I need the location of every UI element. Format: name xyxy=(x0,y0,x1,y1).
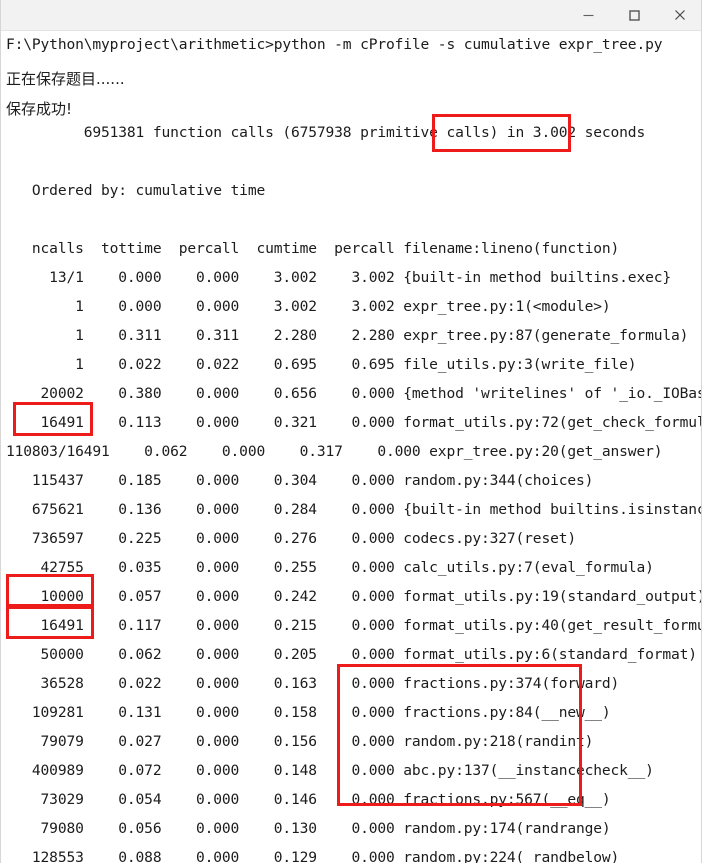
table-row: 16491 0.113 0.000 0.321 0.000 format_uti… xyxy=(6,414,701,431)
table-row: 736597 0.225 0.000 0.276 0.000 codecs.py… xyxy=(6,530,576,547)
table-row: 79079 0.027 0.000 0.156 0.000 random.py:… xyxy=(6,733,594,750)
table-row: 110803/16491 0.062 0.000 0.317 0.000 exp… xyxy=(6,443,663,460)
window-titlebar xyxy=(1,0,701,31)
table-row: 1 0.022 0.022 0.695 0.695 file_utils.py:… xyxy=(6,356,637,373)
status-line-saved: 保存成功! xyxy=(6,100,73,118)
close-button[interactable] xyxy=(657,0,701,30)
table-row: 20002 0.380 0.000 0.656 0.000 {method 'w… xyxy=(40,385,701,402)
profile-summary-line: 6951381 function calls (6757938 primitiv… xyxy=(6,124,646,141)
table-row: 115437 0.185 0.000 0.304 0.000 random.py… xyxy=(6,472,594,489)
minimize-button[interactable] xyxy=(565,0,611,30)
table-row: 128553 0.088 0.000 0.129 0.000 random.py… xyxy=(6,849,620,863)
table-row: 13/1 0.000 0.000 3.002 3.002 {built-in m… xyxy=(6,269,671,286)
table-row: 10000 0.057 0.000 0.242 0.000 format_uti… xyxy=(6,588,701,605)
table-row: 109281 0.131 0.000 0.158 0.000 fractions… xyxy=(6,704,611,721)
console-output[interactable]: F:\Python\myproject\arithmetic>python -m… xyxy=(1,31,701,863)
table-row: 36528 0.022 0.000 0.163 0.000 fractions.… xyxy=(6,675,620,692)
command-prompt-line: F:\Python\myproject\arithmetic>python -m… xyxy=(6,36,663,53)
table-row: 1 0.000 0.000 3.002 3.002 expr_tree.py:1… xyxy=(6,298,611,315)
maximize-button[interactable] xyxy=(611,0,657,30)
status-line-saving: 正在保存题目...... xyxy=(6,70,125,88)
table-row: 79080 0.056 0.000 0.130 0.000 random.py:… xyxy=(6,820,611,837)
table-row: 42755 0.035 0.000 0.255 0.000 calc_utils… xyxy=(6,559,654,576)
profile-ordered-by-line: Ordered by: cumulative time xyxy=(6,182,266,199)
console-window: F:\Python\myproject\arithmetic>python -m… xyxy=(0,0,702,863)
table-row: 50000 0.062 0.000 0.205 0.000 format_uti… xyxy=(6,646,698,663)
table-row: 16491 0.117 0.000 0.215 0.000 format_uti… xyxy=(6,617,701,634)
profile-table-header: ncalls tottime percall cumtime percall f… xyxy=(6,240,620,257)
table-row: 400989 0.072 0.000 0.148 0.000 abc.py:13… xyxy=(6,762,654,779)
table-row: 73029 0.054 0.000 0.146 0.000 fractions.… xyxy=(6,791,611,808)
table-row: 675621 0.136 0.000 0.284 0.000 {built-in… xyxy=(6,501,701,518)
table-row: 1 0.311 0.311 2.280 2.280 expr_tree.py:8… xyxy=(6,327,689,344)
